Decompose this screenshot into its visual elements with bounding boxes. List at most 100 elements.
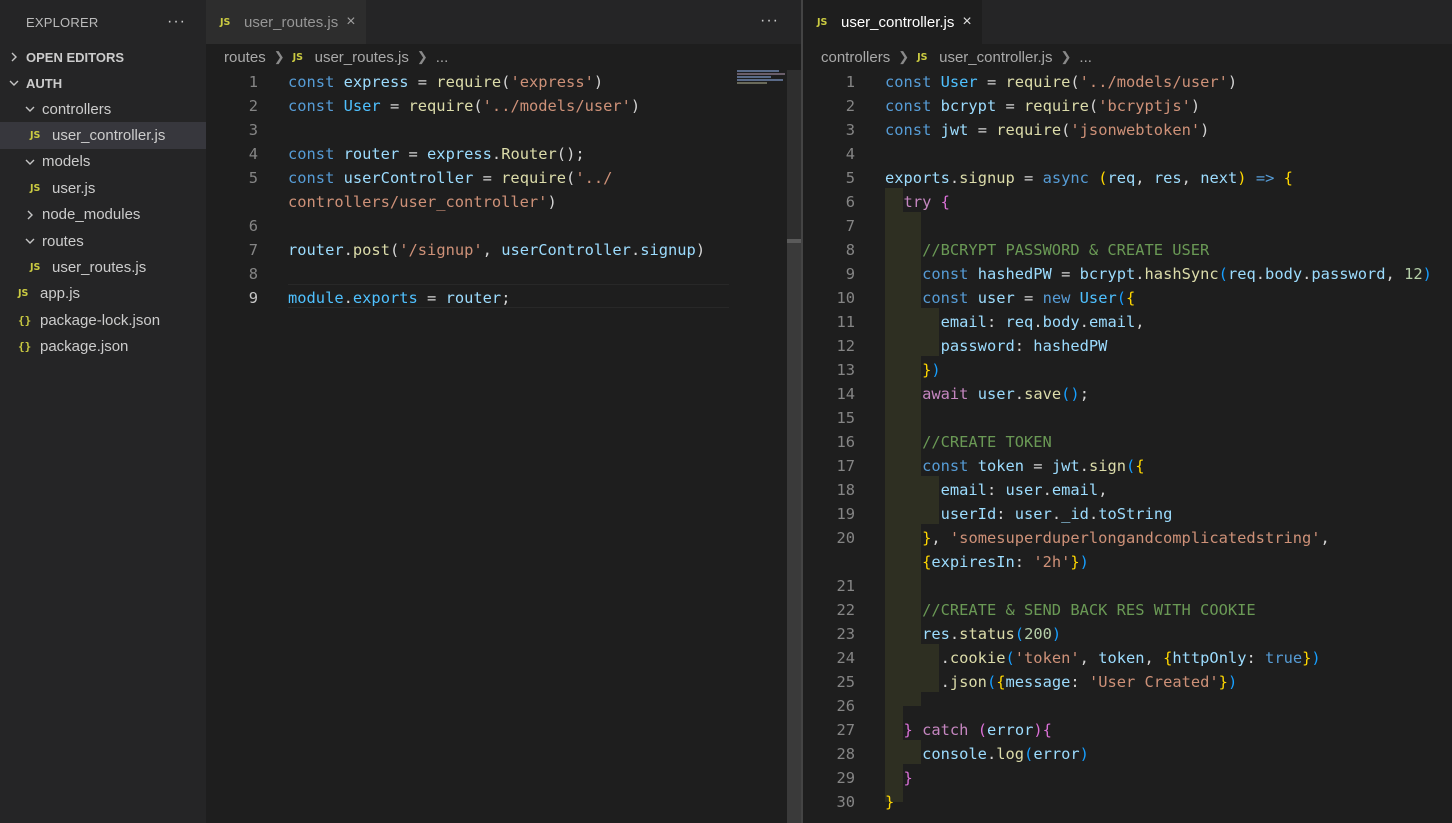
code-line[interactable]: 30}: [803, 790, 1452, 814]
code-line[interactable]: 19 userId: user._id.toString: [803, 502, 1452, 526]
breadcrumb-folder[interactable]: controllers: [821, 49, 890, 66]
code-line[interactable]: 3 const jwt = require('jsonwebtoken'): [803, 118, 1452, 142]
code-line[interactable]: 28 console.log(error): [803, 742, 1452, 766]
code-line[interactable]: 1 const User = require('../models/user'): [803, 70, 1452, 94]
code-line[interactable]: 25 .json({message: 'User Created'}): [803, 670, 1452, 694]
code-token: ,: [931, 529, 950, 547]
code-line[interactable]: 8: [206, 262, 801, 286]
breadcrumb-file[interactable]: user_routes.js: [315, 49, 409, 66]
code-line[interactable]: 11 email: req.body.email,: [803, 310, 1452, 334]
code-line[interactable]: 16 //CREATE TOKEN: [803, 430, 1452, 454]
scrollbar-thumb[interactable]: [787, 243, 801, 823]
explorer-more-actions-icon[interactable]: ···: [167, 13, 186, 31]
tree-file-package-lock[interactable]: {} package-lock.json: [0, 307, 206, 333]
code-line[interactable]: 29 }: [803, 766, 1452, 790]
code-editor-right[interactable]: 1 const User = require('../models/user') 2…: [803, 70, 1452, 823]
code-line[interactable]: 27 } catch (error){: [803, 718, 1452, 742]
code-line[interactable]: 14 await user.save();: [803, 382, 1452, 406]
breadcrumb-symbol[interactable]: ...: [436, 49, 449, 66]
code-line[interactable]: 5 exports.signup = async (req, res, next)…: [803, 166, 1452, 190]
code-token: hashSync: [1144, 265, 1219, 283]
more-actions-icon[interactable]: ···: [760, 12, 779, 30]
tree-label: package.json: [40, 338, 129, 356]
code-line[interactable]: 2 const User = require('../models/user'): [206, 94, 801, 118]
tree-folder-node-modules[interactable]: node_modules: [0, 202, 206, 228]
code-token: ();: [556, 145, 585, 163]
code-token: error: [987, 721, 1034, 739]
code-line[interactable]: 4: [803, 142, 1452, 166]
code-line[interactable]: 18 email: user.email,: [803, 478, 1452, 502]
breadcrumb-symbol[interactable]: ...: [1079, 49, 1092, 66]
breadcrumb-file[interactable]: user_controller.js: [939, 49, 1052, 66]
code-line[interactable]: 9 module.exports = router;: [206, 286, 801, 310]
code-line[interactable]: 7 router.post('/signup', userController.s…: [206, 238, 801, 262]
code-token: email: [1051, 481, 1099, 499]
js-file-icon: JS: [292, 51, 303, 63]
code-token: ): [695, 241, 706, 259]
code-line[interactable]: controllers/user_controller'): [206, 190, 801, 214]
code-line[interactable]: 21: [803, 574, 1452, 598]
code-line[interactable]: 4 const router = express.Router();: [206, 142, 801, 166]
line-number: 21: [836, 577, 855, 595]
code-token: ): [1227, 73, 1238, 91]
code-text: //BCRYPT PASSWORD & CREATE USER: [885, 238, 1209, 262]
chevron-right-icon: [6, 51, 22, 63]
code-line[interactable]: 1 const express = require('express'): [206, 70, 801, 94]
code-token: (: [1126, 457, 1136, 475]
code-token: ): [1079, 745, 1089, 763]
tree-folder-models[interactable]: models: [0, 149, 206, 175]
code-line[interactable]: 12 password: hashedPW: [803, 334, 1452, 358]
code-line[interactable]: 2 const bcrypt = require('bcryptjs'): [803, 94, 1452, 118]
breadcrumb-folder[interactable]: routes: [224, 49, 266, 66]
code-text: const hashedPW = bcrypt.hashSync(req.bod…: [885, 262, 1432, 286]
tree-folder-controllers[interactable]: controllers: [0, 96, 206, 122]
code-token: ;: [1079, 385, 1089, 403]
code-token: ): [547, 193, 557, 211]
code-token: password: [940, 337, 1015, 355]
code-text: const router = express.Router();: [288, 142, 585, 166]
code-token: ): [1051, 625, 1062, 643]
tree-file-user-routes[interactable]: JS user_routes.js: [0, 254, 206, 280]
close-icon[interactable]: ×: [962, 13, 971, 31]
tree-file-user-controller[interactable]: JS user_controller.js: [0, 122, 206, 149]
code-line[interactable]: 7: [803, 214, 1452, 238]
line-number: 30: [836, 793, 855, 811]
code-line[interactable]: 26: [803, 694, 1452, 718]
code-token: =: [968, 121, 997, 139]
code-line[interactable]: 8 //BCRYPT PASSWORD & CREATE USER: [803, 238, 1452, 262]
project-section[interactable]: AUTH: [0, 70, 206, 96]
code-line[interactable]: 6: [206, 214, 801, 238]
code-line[interactable]: 20 }, 'somesuperduperlongandcomplicateds…: [803, 526, 1452, 550]
close-icon[interactable]: ×: [346, 13, 355, 31]
code-line[interactable]: 15: [803, 406, 1452, 430]
code-line[interactable]: 17 const token = jwt.sign({: [803, 454, 1452, 478]
tree-file-app[interactable]: JS app.js: [0, 281, 206, 307]
code-line[interactable]: 24 .cookie('token', token, {httpOnly: tr…: [803, 646, 1452, 670]
code-line[interactable]: {expiresIn: '2h'}): [803, 550, 1452, 574]
line-number: 20: [836, 529, 855, 547]
code-token: ): [1227, 673, 1238, 691]
code-editor-left[interactable]: 1 const express = require('express') 2 cons…: [206, 70, 801, 823]
code-line[interactable]: 10 const user = new User({: [803, 286, 1452, 310]
code-token: const: [288, 145, 344, 163]
code-line[interactable]: 22 //CREATE & SEND BACK RES WITH COOKIE: [803, 598, 1452, 622]
line-number: 29: [836, 769, 855, 787]
code-line[interactable]: 6 try {: [803, 190, 1452, 214]
code-line[interactable]: 5 const userController = require('../: [206, 166, 801, 190]
tree-file-package[interactable]: {} package.json: [0, 334, 206, 360]
code-line[interactable]: 3: [206, 118, 801, 142]
code-line[interactable]: 13 }): [803, 358, 1452, 382]
code-token: (): [1061, 385, 1080, 403]
code-line[interactable]: 23 res.status(200): [803, 622, 1452, 646]
tree-file-user[interactable]: JS user.js: [0, 175, 206, 201]
code-token: .: [1302, 265, 1312, 283]
open-editors-section[interactable]: OPEN EDITORS: [0, 44, 206, 70]
tab-user-routes[interactable]: JS user_routes.js ×: [206, 0, 366, 44]
code-line[interactable]: 9 const hashedPW = bcrypt.hashSync(req.b…: [803, 262, 1452, 286]
tree-folder-routes[interactable]: routes: [0, 228, 206, 254]
editor-group-right: JS user_controller.js × controllers ❯ JS…: [803, 0, 1452, 823]
tab-user-controller[interactable]: JS user_controller.js ×: [803, 0, 982, 44]
